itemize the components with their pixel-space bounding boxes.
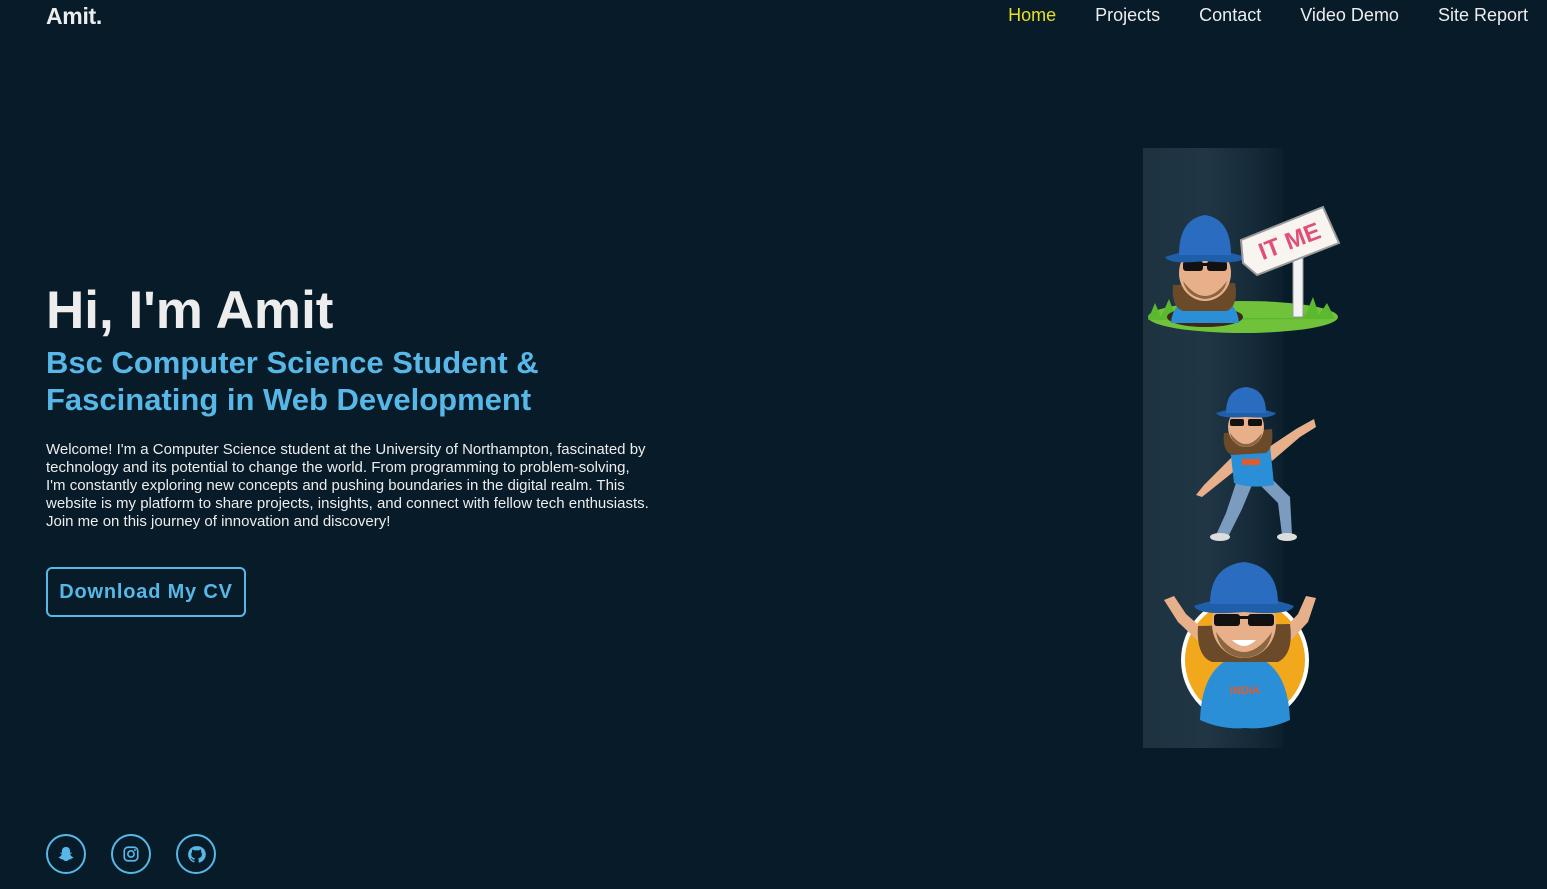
subtitle-line-2: Fascinating in Web Development (46, 382, 532, 417)
main-nav: Home Projects Contact Video Demo Site Re… (969, 5, 1528, 26)
jersey-text: INDIA (1230, 685, 1260, 697)
page-title: Hi, I'm Amit (46, 281, 334, 340)
nav-home-link[interactable]: Home (1008, 5, 1056, 26)
github-icon (187, 845, 206, 863)
snapchat-icon (58, 846, 74, 862)
instagram-link[interactable] (111, 834, 151, 874)
avatar-dancing-illustration (1196, 387, 1316, 541)
avatar-celebrating-illustration: INDIA (1164, 562, 1316, 729)
site-header: Amit. Home Projects Contact Video Demo S… (0, 0, 1547, 34)
github-link[interactable] (176, 834, 216, 874)
snapchat-link[interactable] (46, 834, 86, 874)
instagram-icon (123, 846, 139, 862)
avatar-it-me-illustration: IT ME (1148, 205, 1341, 333)
home-content: Hi, I'm Amit Bsc Computer Science Studen… (46, 282, 666, 546)
site-logo[interactable]: Amit. (46, 3, 102, 30)
nav-video-demo-link[interactable]: Video Demo (1300, 5, 1399, 26)
intro-paragraph: Welcome! I'm a Computer Science student … (46, 441, 649, 530)
nav-site-report-link[interactable]: Site Report (1438, 5, 1528, 26)
social-links (46, 834, 216, 874)
nav-contact-link[interactable]: Contact (1199, 5, 1261, 26)
nav-projects-link[interactable]: Projects (1095, 5, 1160, 26)
subtitle-line-1: Bsc Computer Science Student & (46, 345, 539, 380)
download-cv-button[interactable]: Download My CV (46, 567, 246, 617)
subtitle: Bsc Computer Science Student & Fascinati… (46, 344, 666, 418)
